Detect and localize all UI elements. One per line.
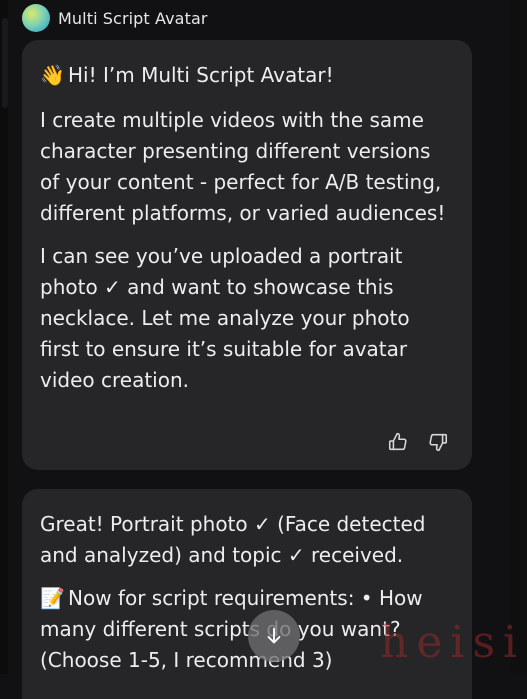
- watermark: heisi: [380, 617, 526, 668]
- arrow-down-icon: [267, 627, 281, 644]
- assistant-name: Multi Script Avatar: [58, 8, 208, 28]
- thumbs-down-icon[interactable]: [426, 430, 450, 454]
- thumbs-up-icon[interactable]: [386, 430, 410, 454]
- message-paragraph: I create multiple videos with the same c…: [40, 108, 446, 225]
- message-paragraph: I can see you’ve uploaded a portrait pho…: [40, 244, 410, 392]
- left-rail: [0, 0, 8, 674]
- script-requirements-text: Now for script requirements: • How many …: [40, 586, 423, 672]
- rail-handle: [2, 18, 8, 108]
- assistant-avatar: [22, 4, 50, 32]
- message-paragraph: Great! Portrait photo ✓ (Face detected a…: [40, 512, 426, 567]
- assistant-message-1: 👋 Hi! I’m Multi Script Avatar! I create m…: [22, 40, 472, 470]
- memo-emoji: 📝: [40, 586, 65, 610]
- greeting-line: 👋 Hi! I’m Multi Script Avatar!: [40, 60, 454, 91]
- scroll-to-bottom-button[interactable]: [248, 610, 300, 662]
- right-scrollbar-track[interactable]: [511, 0, 527, 674]
- waving-hand-emoji: 👋: [40, 63, 65, 87]
- greeting-text: Hi! I’m Multi Script Avatar!: [68, 63, 334, 87]
- assistant-header: Multi Script Avatar: [22, 3, 208, 33]
- message-feedback-actions: [386, 430, 450, 454]
